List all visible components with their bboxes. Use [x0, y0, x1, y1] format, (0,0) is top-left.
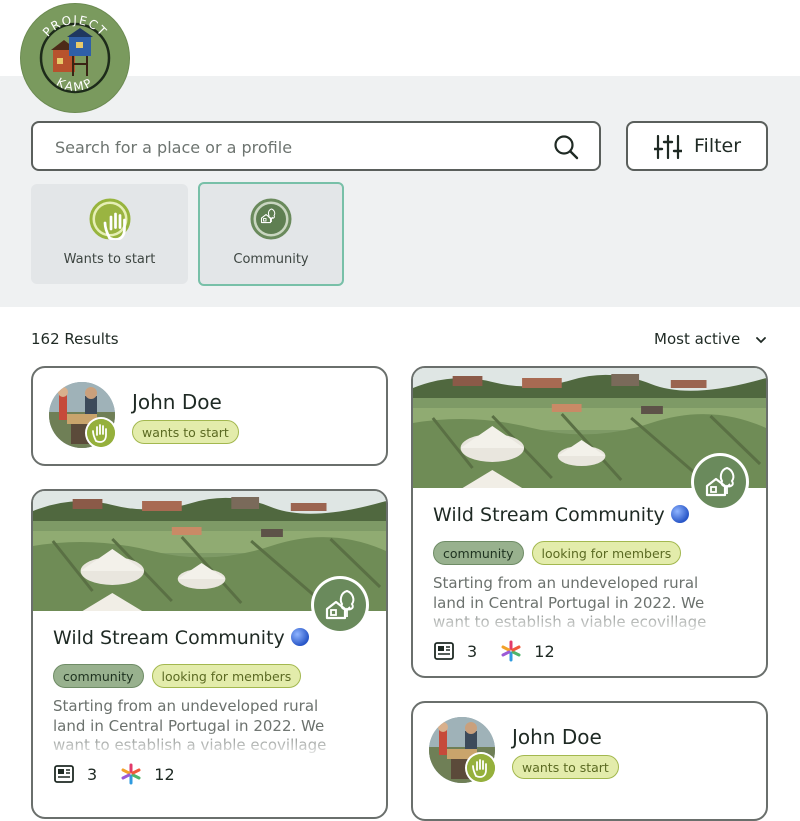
raised-hand-icon [467, 754, 495, 782]
community-card[interactable]: Wild Stream Community community looking f… [411, 366, 768, 678]
community-title[interactable]: Wild Stream Community [53, 627, 309, 649]
newspaper-icon [434, 642, 454, 660]
sort-dropdown[interactable]: Most active [654, 330, 767, 348]
community-title[interactable]: Wild Stream Community [433, 504, 689, 526]
search-icon[interactable] [553, 134, 579, 160]
home-tree-icon [694, 456, 746, 508]
profile-name: John Doe [512, 725, 602, 749]
category-wants-to-start[interactable]: Wants to start [31, 184, 188, 284]
newspaper-icon [54, 765, 74, 783]
members-count: 12 [154, 765, 175, 784]
category-community[interactable]: Community [198, 182, 344, 286]
chevron-down-icon [756, 336, 766, 343]
home-tree-icon [314, 579, 366, 631]
posts-count: 3 [87, 765, 98, 784]
sliders-icon [654, 135, 682, 159]
results-count: 162 Results [31, 330, 119, 348]
filter-button[interactable]: Filter [626, 121, 768, 171]
members-icon [121, 763, 141, 785]
category-tag: community [53, 664, 144, 688]
tag-row: community looking for members [433, 541, 689, 565]
verified-badge-icon [670, 505, 689, 523]
profile-card[interactable]: John Doe wants to start [411, 701, 768, 821]
status-tag: looking for members [151, 664, 302, 688]
community-card[interactable]: Wild Stream Community community looking f… [31, 489, 388, 819]
verified-badge-icon [290, 628, 309, 646]
search-input[interactable] [53, 134, 537, 160]
project-kamp-logo[interactable]: PROJECT KAMP [21, 4, 129, 112]
posts-count: 3 [467, 642, 478, 661]
members-icon [501, 640, 521, 662]
community-name: Wild Stream Community [433, 504, 665, 526]
profile-card[interactable]: John Doe wants to start [31, 366, 388, 466]
raised-hand-icon [87, 419, 115, 447]
status-tag: wants to start [512, 755, 619, 779]
community-stats: 3 12 [53, 763, 193, 785]
members-count: 12 [534, 642, 555, 661]
filter-label: Filter [694, 135, 742, 157]
profile-name: John Doe [132, 390, 222, 414]
sort-label: Most active [654, 330, 741, 348]
category-label: Community [233, 252, 309, 267]
search-box[interactable] [31, 121, 601, 171]
status-tag: wants to start [132, 420, 239, 444]
tag-row: community looking for members [53, 664, 309, 688]
raised-hand-icon [89, 198, 130, 240]
community-description: Starting from an undeveloped rural land … [53, 697, 327, 754]
status-tag: looking for members [531, 541, 682, 565]
home-tree-icon [250, 198, 292, 240]
community-description: Starting from an undeveloped rural land … [433, 574, 707, 631]
community-stats: 3 12 [433, 640, 573, 662]
community-name: Wild Stream Community [53, 627, 285, 649]
category-tag: community [433, 541, 524, 565]
category-label: Wants to start [63, 252, 156, 267]
